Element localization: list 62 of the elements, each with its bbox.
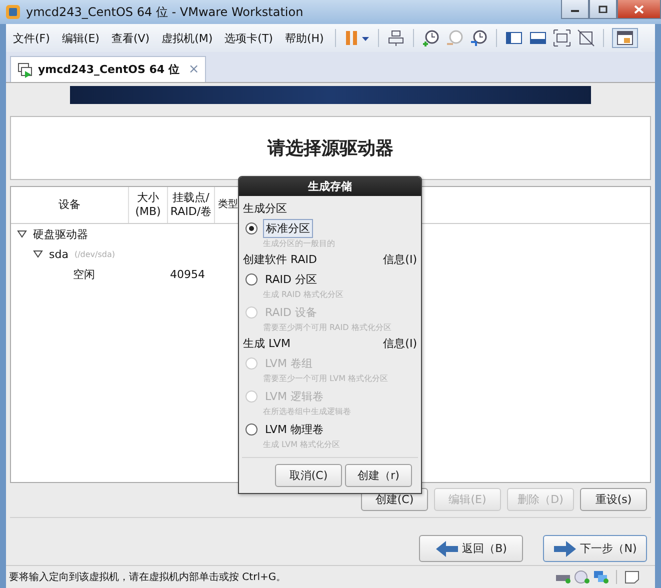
left-arrow-icon xyxy=(435,540,460,558)
vm-icon xyxy=(17,62,33,78)
menu-item[interactable]: 虚拟机(M) xyxy=(158,30,216,46)
close-icon xyxy=(634,4,644,14)
close-button[interactable] xyxy=(617,0,661,19)
column-header[interactable]: 挂载点/ RAID/卷 xyxy=(168,187,215,223)
pause-icon[interactable] xyxy=(344,29,370,47)
device-name[interactable]: 空闲 xyxy=(73,266,95,282)
device-path: (/dev/sda) xyxy=(74,250,115,258)
page-title: 请选择源驱动器 xyxy=(268,137,394,160)
radio-button[interactable] xyxy=(245,422,258,436)
option-hint: 生成 RAID 格式化分区 xyxy=(262,289,344,301)
expander-icon[interactable] xyxy=(33,250,43,258)
column-header[interactable]: 设备 xyxy=(11,187,129,223)
option-hint: 生成 LVM 格式化分区 xyxy=(262,439,342,451)
sidebar-icon[interactable] xyxy=(504,29,523,47)
minimize-button[interactable] xyxy=(561,0,589,19)
option-label[interactable]: 标准分区 xyxy=(263,218,313,238)
section-heading: 生成 LVM xyxy=(243,336,290,350)
option-hint: 在所选卷组中生成逻辑卷 xyxy=(262,406,352,418)
menu-item[interactable]: 帮助(H) xyxy=(282,30,327,46)
maximize-button[interactable] xyxy=(589,0,617,19)
menu-item[interactable]: 查看(V) xyxy=(108,30,153,46)
app-icon xyxy=(5,4,21,20)
device-name[interactable]: 硬盘驱动器 xyxy=(33,226,88,242)
radio-button[interactable] xyxy=(245,272,258,286)
info-link[interactable]: 信息(I) xyxy=(383,336,417,350)
next-button[interactable]: 下一步（N) xyxy=(543,535,647,562)
radio-button[interactable] xyxy=(245,222,258,234)
column-header[interactable]: 大小 (MB) xyxy=(129,187,168,223)
thumbnail-bar-icon[interactable] xyxy=(528,29,547,47)
action-button[interactable]: 重设(s) xyxy=(580,488,647,511)
snapshot-icon[interactable] xyxy=(422,29,440,47)
column-header[interactable]: 类型 xyxy=(215,187,238,223)
info-link[interactable]: 信息(I) xyxy=(383,252,417,266)
window-title: ymcd243_CentOS 64 位 - VMware Workstation xyxy=(26,4,304,20)
dialog-title: 生成存储 xyxy=(239,177,421,196)
right-arrow-icon xyxy=(553,540,578,558)
maximize-icon xyxy=(598,5,608,13)
menu-item[interactable]: 编辑(E) xyxy=(58,30,102,46)
size-cell: 40954 xyxy=(170,268,205,280)
section-heading: 生成分区 xyxy=(243,200,287,216)
disc-icon[interactable] xyxy=(574,570,590,584)
menu-item[interactable]: 选项卡(T) xyxy=(222,30,276,46)
fullscreen-icon[interactable] xyxy=(552,29,571,47)
network-icon[interactable] xyxy=(386,29,405,47)
expander-icon[interactable] xyxy=(17,230,27,238)
section-heading: 创建软件 RAID xyxy=(243,252,317,266)
option-hint: 需要至少两个可用 RAID 格式化分区 xyxy=(262,322,392,334)
vm-tab[interactable]: ymcd243_CentOS 64 位 × xyxy=(10,56,206,82)
cancel-button[interactable]: 取消(C) xyxy=(275,464,342,487)
network-adapter-icon[interactable] xyxy=(593,570,609,584)
option-label[interactable]: RAID 分区 xyxy=(263,270,319,288)
create-button[interactable]: 创建（r) xyxy=(345,464,412,487)
note-icon[interactable] xyxy=(624,570,640,584)
option-label[interactable]: LVM 物理卷 xyxy=(263,420,326,438)
device-name[interactable]: sda xyxy=(49,248,68,260)
console-view-button[interactable] xyxy=(612,28,638,48)
menu-item[interactable]: 文件(F) xyxy=(10,30,53,46)
status-text: 要将输入定向到该虚拟机，请在虚拟机内部单击或按 Ctrl+G。 xyxy=(9,570,286,584)
snapshot-manager-icon[interactable] xyxy=(470,29,488,47)
back-button[interactable]: 返回（B) xyxy=(419,535,523,562)
